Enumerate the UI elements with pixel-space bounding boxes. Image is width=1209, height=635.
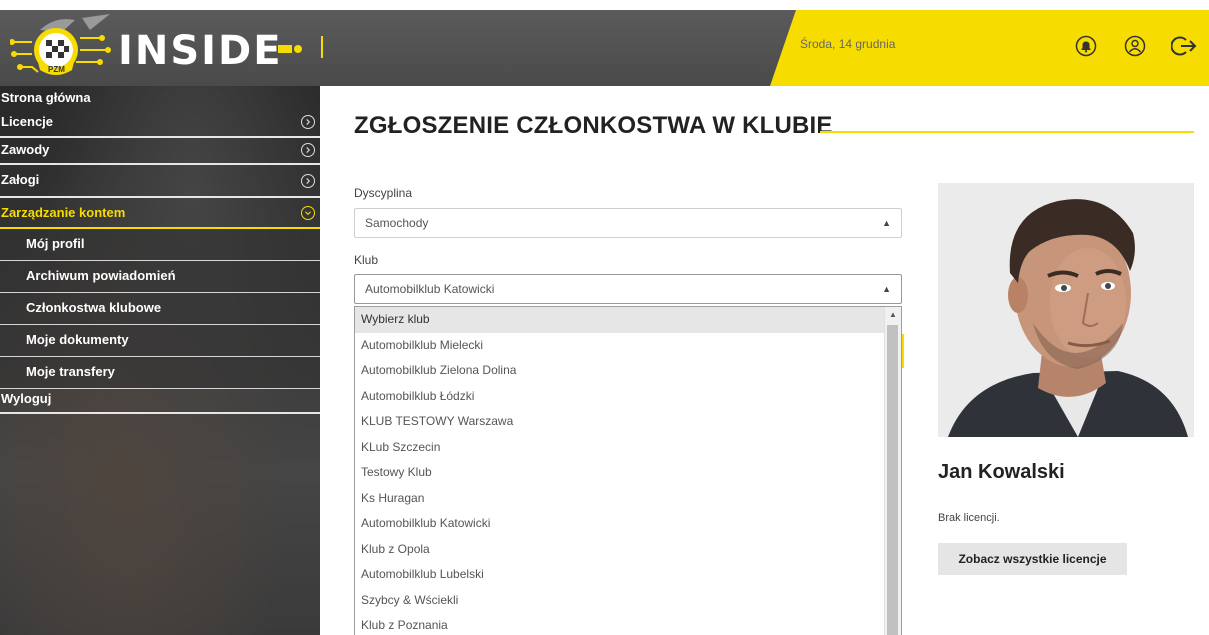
club-option[interactable]: KLub Szczecin bbox=[355, 435, 886, 461]
sidebar-subitem-my-transfers[interactable]: Moje transfery bbox=[0, 357, 320, 389]
club-option[interactable]: Klub z Poznania bbox=[355, 613, 886, 635]
chevron-right-icon bbox=[301, 174, 315, 188]
club-option[interactable]: Testowy Klub bbox=[355, 460, 886, 486]
bell-icon[interactable] bbox=[1075, 35, 1097, 57]
scrollbar-thumb[interactable] bbox=[887, 325, 898, 635]
inside-logo[interactable]: PZM INSIDE bbox=[10, 12, 320, 82]
sidebar-item-label: Strona główna bbox=[1, 90, 91, 105]
discipline-select[interactable]: Samochody ▲ bbox=[354, 208, 902, 238]
sidebar-item-account-management[interactable]: Zarządzanie kontem bbox=[0, 198, 320, 229]
sidebar-subitem-label: Moje dokumenty bbox=[26, 332, 129, 347]
discipline-label: Dyscyplina bbox=[354, 186, 413, 200]
sidebar-item-label: Załogi bbox=[1, 172, 40, 187]
page-title: ZGŁOSZENIE CZŁONKOSTWA W KLUBIE bbox=[354, 112, 833, 139]
hidden-button-edge bbox=[902, 334, 904, 368]
sidebar-item-home[interactable]: Strona główna bbox=[0, 86, 320, 110]
chevron-right-icon bbox=[301, 143, 315, 157]
header-date: Środa, 14 grudnia bbox=[800, 37, 896, 51]
profile-photo-image bbox=[938, 183, 1194, 437]
logo-separator bbox=[321, 36, 323, 58]
club-option[interactable]: Automobilklub Zielona Dolina bbox=[355, 358, 886, 384]
sidebar-subitem-club-memberships[interactable]: Członkostwa klubowe bbox=[0, 293, 320, 325]
sidebar: Strona główna Licencje Zawody Załogi Zar… bbox=[0, 86, 320, 635]
club-options: Wybierz klub Automobilklub Mielecki Auto… bbox=[355, 307, 886, 635]
club-label: Klub bbox=[354, 253, 379, 267]
club-option[interactable]: Automobilklub Lubelski bbox=[355, 562, 886, 588]
sidebar-item-crews[interactable]: Załogi bbox=[0, 165, 320, 198]
sidebar-subitem-notification-archive[interactable]: Archiwum powiadomień bbox=[0, 261, 320, 293]
sidebar-subitem-my-documents[interactable]: Moje dokumenty bbox=[0, 325, 320, 357]
club-option[interactable]: Automobilklub Katowicki bbox=[355, 511, 886, 537]
logo-badge: PZM bbox=[48, 65, 65, 74]
sidebar-subitem-label: Archiwum powiadomień bbox=[26, 268, 176, 283]
sidebar-item-label: Wyloguj bbox=[1, 391, 52, 406]
sidebar-item-label: Licencje bbox=[1, 114, 54, 129]
license-status: Brak licencji. bbox=[938, 512, 1000, 524]
chevron-right-icon bbox=[301, 115, 315, 129]
logout-icon[interactable] bbox=[1171, 35, 1197, 57]
club-option[interactable]: KLUB TESTOWY Warszawa bbox=[355, 409, 886, 435]
club-option[interactable]: Szybcy & Wściekli bbox=[355, 588, 886, 614]
user-circle-icon[interactable] bbox=[1124, 35, 1146, 57]
sidebar-item-label: Zarządzanie kontem bbox=[1, 205, 126, 220]
club-option[interactable]: Ks Huragan bbox=[355, 486, 886, 512]
logo-wordmark: INSIDE bbox=[118, 28, 283, 74]
club-select-value: Automobilklub Katowicki bbox=[365, 282, 495, 296]
sidebar-item-label: Zawody bbox=[1, 142, 50, 157]
club-select[interactable]: Automobilklub Katowicki ▲ bbox=[354, 274, 902, 304]
profile-photo bbox=[938, 183, 1194, 437]
sidebar-item-competitions[interactable]: Zawody bbox=[0, 138, 320, 165]
club-option[interactable]: Wybierz klub bbox=[355, 307, 886, 333]
dropdown-scrollbar[interactable]: ▲ bbox=[884, 307, 901, 635]
discipline-select-value: Samochody bbox=[365, 216, 429, 230]
sidebar-nav: Strona główna Licencje Zawody Załogi Zar… bbox=[0, 86, 320, 414]
sidebar-subitem-label: Mój profil bbox=[26, 236, 85, 251]
title-underline bbox=[820, 131, 1194, 133]
view-all-licenses-button[interactable]: Zobacz wszystkie licencje bbox=[938, 543, 1127, 575]
sidebar-subitem-label: Członkostwa klubowe bbox=[26, 300, 162, 315]
sidebar-item-licenses[interactable]: Licencje bbox=[0, 110, 320, 138]
select-arrows-icon: ▲ bbox=[882, 218, 891, 228]
club-dropdown-list[interactable]: Wybierz klub Automobilklub Mielecki Auto… bbox=[354, 306, 902, 635]
sidebar-item-logout[interactable]: Wyloguj bbox=[0, 389, 320, 414]
select-arrows-icon: ▲ bbox=[882, 284, 891, 294]
profile-name: Jan Kowalski bbox=[938, 461, 1065, 483]
club-option[interactable]: Automobilklub Mielecki bbox=[355, 333, 886, 359]
sidebar-subitem-label: Moje transfery bbox=[26, 364, 115, 379]
scroll-up-icon[interactable]: ▲ bbox=[889, 310, 897, 319]
top-header: PZM INSIDE Środa, 14 grudnia bbox=[0, 0, 1209, 86]
chevron-down-icon bbox=[301, 206, 315, 220]
club-option[interactable]: Klub z Opola bbox=[355, 537, 886, 563]
club-option[interactable]: Automobilklub Łódzki bbox=[355, 384, 886, 410]
sidebar-subitem-my-profile[interactable]: Mój profil bbox=[0, 229, 320, 261]
